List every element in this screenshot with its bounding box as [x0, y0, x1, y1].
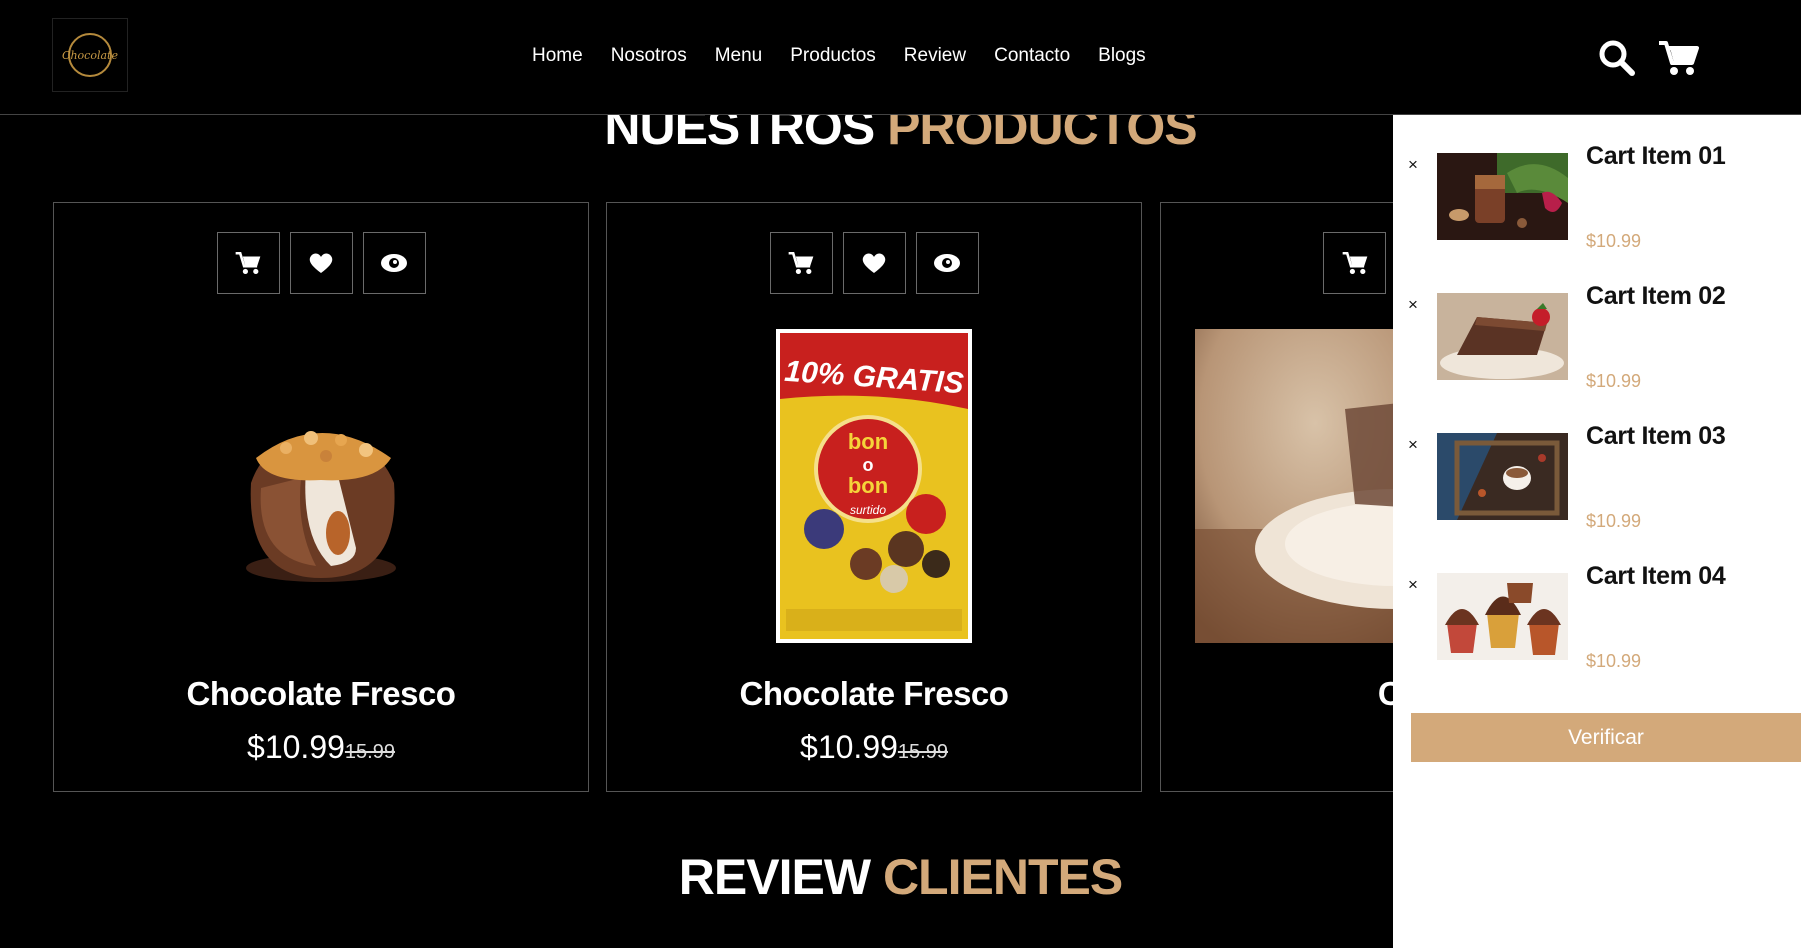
- review-title-main: REVIEW: [678, 849, 871, 905]
- nav-productos[interactable]: Productos: [790, 45, 876, 67]
- remove-item-button[interactable]: ×: [1408, 575, 1418, 595]
- checkout-button[interactable]: Verificar: [1411, 713, 1801, 762]
- cart-item-name[interactable]: Cart Item 04: [1586, 562, 1726, 591]
- cart-item-price: $10.99: [1586, 371, 1642, 391]
- old-price: 15.99: [897, 741, 948, 763]
- old-price: 15.99: [344, 741, 395, 763]
- nav-contacto[interactable]: Contacto: [994, 45, 1070, 67]
- bag-brand-line3: bon: [848, 473, 888, 498]
- cart-item-name[interactable]: Cart Item 01: [1586, 142, 1726, 171]
- product-actions: [54, 232, 588, 294]
- product-price: $10.9915.99: [607, 729, 1141, 766]
- eye-icon: [934, 254, 960, 272]
- cart-icon: [235, 251, 261, 275]
- product-card: Chocolate Fresco $10.9915.99: [53, 202, 589, 792]
- current-price: $10.99: [247, 729, 345, 765]
- remove-item-button[interactable]: ×: [1408, 295, 1418, 315]
- cart-icon: [788, 251, 814, 275]
- product-card: 10% GRATIS bon o bon surtido Chocolate F…: [606, 202, 1142, 792]
- bag-brand-line2: o: [863, 455, 874, 475]
- brand-logo[interactable]: Chocolate: [52, 18, 128, 92]
- product-image-bonobon: 10% GRATIS bon o bon surtido: [776, 329, 972, 643]
- cart-item-price: $10.99: [1586, 651, 1642, 671]
- wishlist-button[interactable]: [289, 232, 353, 294]
- nav-home[interactable]: Home: [532, 45, 583, 67]
- add-to-cart-button[interactable]: [216, 232, 280, 294]
- heart-icon: [862, 253, 886, 273]
- add-to-cart-button[interactable]: [1323, 232, 1386, 294]
- nav-blogs[interactable]: Blogs: [1098, 45, 1146, 67]
- cart-item-name[interactable]: Cart Item 03: [1586, 422, 1726, 451]
- site-header: Chocolate Home Nosotros Menu Productos R…: [0, 0, 1801, 115]
- bag-brand-line1: bon: [848, 429, 888, 454]
- search-icon[interactable]: [1597, 38, 1637, 78]
- nav-menu[interactable]: Menu: [715, 45, 763, 67]
- cart-item-thumbnail[interactable]: [1437, 433, 1568, 520]
- current-price: $10.99: [800, 729, 898, 765]
- remove-item-button[interactable]: ×: [1408, 435, 1418, 455]
- cart-item-thumbnail[interactable]: [1437, 153, 1568, 240]
- product-actions: [607, 232, 1141, 294]
- product-name[interactable]: Chocolate Fresco: [54, 675, 588, 713]
- quick-view-button[interactable]: [915, 232, 979, 294]
- cart-panel: × Cart Item 01 $10.99 × Cart Item 02 $10…: [1393, 115, 1801, 948]
- product-name[interactable]: Chocolate Fresco: [607, 675, 1141, 713]
- eye-icon: [381, 254, 407, 272]
- cart-icon[interactable]: [1657, 38, 1699, 78]
- review-title-accent: CLIENTES: [882, 849, 1123, 905]
- cart-item-thumbnail[interactable]: [1437, 573, 1568, 660]
- remove-item-button[interactable]: ×: [1408, 155, 1418, 175]
- cart-item: × Cart Item 04 $10.99: [1393, 535, 1801, 671]
- logo-emblem: Chocolate: [62, 33, 118, 77]
- heart-icon: [309, 253, 333, 273]
- add-to-cart-button[interactable]: [769, 232, 833, 294]
- cart-item-name[interactable]: Cart Item 02: [1586, 282, 1726, 311]
- nav-review[interactable]: Review: [904, 45, 966, 67]
- cart-item: × Cart Item 03 $10.99: [1393, 395, 1801, 531]
- cart-item-price: $10.99: [1586, 231, 1642, 251]
- bag-variant: surtido: [850, 503, 886, 517]
- product-image-truffle: [216, 388, 426, 598]
- nav-nosotros[interactable]: Nosotros: [611, 45, 687, 67]
- cart-item: × Cart Item 01 $10.99: [1393, 115, 1801, 251]
- cart-icon: [1342, 251, 1367, 275]
- wishlist-button[interactable]: [842, 232, 906, 294]
- logo-text: Chocolate: [62, 48, 118, 62]
- main-nav: Home Nosotros Menu Productos Review Cont…: [532, 45, 1146, 67]
- product-price: $10.9915.99: [54, 729, 588, 766]
- cart-item-thumbnail[interactable]: [1437, 293, 1568, 380]
- quick-view-button[interactable]: [362, 232, 426, 294]
- cart-item-price: $10.99: [1586, 511, 1642, 531]
- cart-item: × Cart Item 02 $10.99: [1393, 255, 1801, 391]
